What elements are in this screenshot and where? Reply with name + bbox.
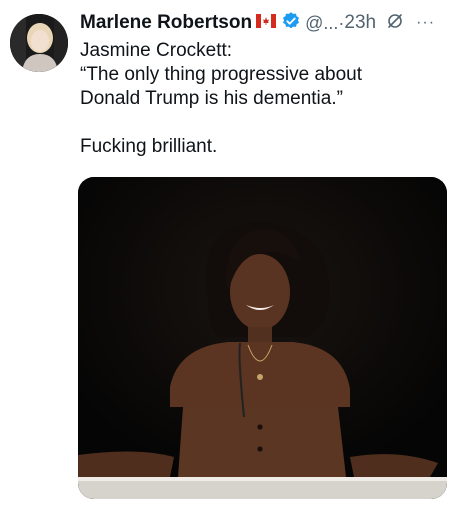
more-options-icon[interactable]: ··· xyxy=(416,14,435,32)
timestamp[interactable]: 23h xyxy=(344,12,376,34)
avatar[interactable] xyxy=(10,14,68,72)
tweet-text-line: “The only thing progressive about xyxy=(80,64,362,85)
tweet-header: Marlene Robertson @... · 23h ··· xyxy=(80,10,435,36)
verified-badge-icon[interactable] xyxy=(281,11,301,36)
canada-flag-icon xyxy=(256,13,277,33)
tweet-text: Jasmine Crockett: “The only thing progre… xyxy=(80,39,450,159)
author-name[interactable]: Marlene Robertson xyxy=(80,12,252,34)
tweet-text-line: Donald Trump is his dementia.” xyxy=(80,88,343,109)
tweet-photo[interactable] xyxy=(78,177,447,499)
tweet-card[interactable]: Marlene Robertson @... · 23h ··· Jasmine… xyxy=(0,0,457,512)
grok-icon[interactable] xyxy=(386,12,404,35)
tweet-text-line: Fucking brilliant. xyxy=(80,136,218,157)
author-handle[interactable]: @... xyxy=(305,13,338,34)
tweet-text-line: Jasmine Crockett: xyxy=(80,40,233,61)
